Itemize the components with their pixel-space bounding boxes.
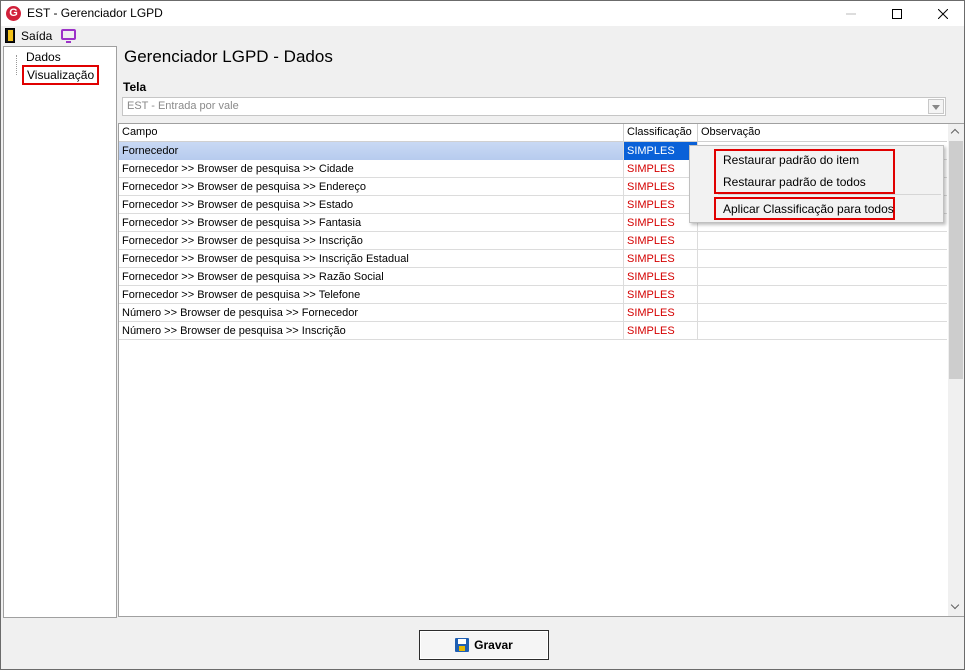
table-row[interactable]: Fornecedor >> Browser de pesquisa >> Tel…	[119, 286, 947, 304]
exit-door-icon[interactable]	[5, 28, 15, 43]
table-row[interactable]: Fornecedor >> Browser de pesquisa >> Raz…	[119, 268, 947, 286]
cell-campo: Número >> Browser de pesquisa >> Fornece…	[119, 304, 624, 322]
table-row[interactable]: Número >> Browser de pesquisa >> Fornece…	[119, 304, 947, 322]
cell-classificacao[interactable]: SIMPLES	[624, 178, 698, 196]
page-title: Gerenciador LGPD - Dados	[124, 47, 333, 66]
tela-select-value: EST - Entrada por vale	[127, 100, 239, 112]
cell-observacao[interactable]	[698, 232, 947, 250]
cell-classificacao[interactable]: SIMPLES	[624, 322, 698, 340]
cell-campo: Fornecedor >> Browser de pesquisa >> Fan…	[119, 214, 624, 232]
exit-button[interactable]: Saída	[21, 29, 52, 43]
menu-separator	[718, 194, 941, 195]
toolbar: Saída	[1, 26, 964, 46]
monitor-icon[interactable]	[61, 29, 76, 43]
cell-classificacao[interactable]: SIMPLES	[624, 304, 698, 322]
scrollbar-thumb[interactable]	[949, 141, 963, 379]
cell-classificacao[interactable]: SIMPLES	[624, 196, 698, 214]
close-icon	[938, 8, 948, 19]
minimize-button[interactable]	[828, 1, 874, 26]
cell-campo: Fornecedor >> Browser de pesquisa >> End…	[119, 178, 624, 196]
cell-observacao[interactable]	[698, 268, 947, 286]
cell-classificacao[interactable]: SIMPLES	[624, 232, 698, 250]
scroll-down-icon[interactable]	[948, 599, 964, 616]
menu-item-restore-item[interactable]: Restaurar padrão do item	[723, 153, 859, 167]
table-row[interactable]: Número >> Browser de pesquisa >> Inscriç…	[119, 322, 947, 340]
context-menu: Restaurar padrão do item Restaurar padrã…	[689, 145, 944, 223]
cell-campo: Fornecedor	[119, 142, 624, 160]
save-button-label: Gravar	[474, 638, 513, 652]
cell-classificacao[interactable]: SIMPLES	[624, 160, 698, 178]
cell-campo: Fornecedor >> Browser de pesquisa >> Ins…	[119, 232, 624, 250]
maximize-icon	[892, 8, 902, 19]
column-header-campo[interactable]: Campo	[119, 124, 624, 142]
cell-classificacao[interactable]: SIMPLES	[624, 286, 698, 304]
tela-select[interactable]: EST - Entrada por vale	[122, 97, 946, 116]
save-button[interactable]: Gravar	[419, 630, 549, 660]
main-window: G EST - Gerenciador LGPD Saída Dados Vis…	[0, 0, 965, 670]
cell-campo: Fornecedor >> Browser de pesquisa >> Tel…	[119, 286, 624, 304]
cell-campo: Fornecedor >> Browser de pesquisa >> Raz…	[119, 268, 624, 286]
cell-observacao[interactable]	[698, 322, 947, 340]
scroll-up-icon[interactable]	[948, 124, 964, 141]
vertical-scrollbar[interactable]	[948, 124, 964, 616]
floppy-disk-icon	[455, 638, 470, 652]
table-row[interactable]: Fornecedor >> Browser de pesquisa >> Ins…	[119, 232, 947, 250]
tree-connector-line	[16, 55, 17, 75]
menu-item-apply-classification-all[interactable]: Aplicar Classificação para todos	[723, 202, 894, 216]
tela-label: Tela	[123, 80, 147, 94]
column-header-classificacao[interactable]: Classificação	[624, 124, 698, 142]
menu-item-restore-all[interactable]: Restaurar padrão de todos	[723, 175, 866, 189]
cell-observacao[interactable]	[698, 250, 947, 268]
window-title: EST - Gerenciador LGPD	[27, 6, 163, 20]
table-row[interactable]: Fornecedor >> Browser de pesquisa >> Ins…	[119, 250, 947, 268]
cell-classificacao[interactable]: SIMPLES	[624, 250, 698, 268]
grid-header: Campo Classificação Observação	[119, 124, 947, 142]
cell-campo: Número >> Browser de pesquisa >> Inscriç…	[119, 322, 624, 340]
title-bar: G EST - Gerenciador LGPD	[1, 1, 964, 26]
tree-item-visualizacao[interactable]: Visualização	[22, 65, 100, 85]
cell-campo: Fornecedor >> Browser de pesquisa >> Ins…	[119, 250, 624, 268]
navigation-tree: Dados Visualização	[3, 46, 117, 618]
cell-campo: Fornecedor >> Browser de pesquisa >> Est…	[119, 196, 624, 214]
cell-observacao[interactable]	[698, 286, 947, 304]
cell-campo: Fornecedor >> Browser de pesquisa >> Cid…	[119, 160, 624, 178]
cell-classificacao[interactable]: SIMPLES	[624, 214, 698, 232]
column-header-observacao[interactable]: Observação	[698, 124, 947, 142]
chevron-down-icon[interactable]	[928, 99, 944, 114]
tree-item-dados[interactable]: Dados	[24, 50, 63, 64]
cell-observacao[interactable]	[698, 304, 947, 322]
cell-classificacao[interactable]: SIMPLES	[624, 268, 698, 286]
close-button[interactable]	[920, 1, 965, 26]
maximize-button[interactable]	[874, 1, 920, 26]
cell-classificacao[interactable]: SIMPLES	[624, 142, 698, 160]
app-logo-icon: G	[6, 6, 21, 21]
minimize-icon	[846, 13, 856, 14]
